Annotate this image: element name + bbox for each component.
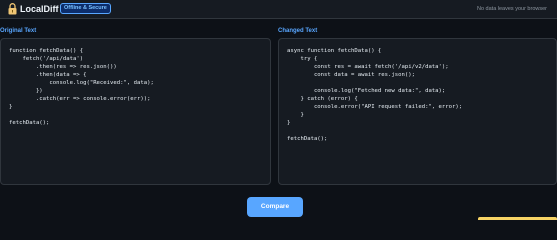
offline-badge: Offline & Secure: [60, 3, 111, 14]
original-text-editor[interactable]: function fetchData() { fetch('/api/data'…: [0, 38, 271, 185]
privacy-note: No data leaves your browser: [476, 6, 547, 12]
app-header: LocalDiff Offline & Secure No data leave…: [0, 0, 557, 19]
original-text-label: Original Text: [0, 28, 37, 34]
lock-icon: [8, 3, 17, 15]
changed-text-label: Changed Text: [278, 28, 318, 34]
changed-text-editor[interactable]: async function fetchData() { try { const…: [278, 38, 557, 185]
app-title: LocalDiff: [20, 4, 59, 14]
bottom-accent-bar: [478, 217, 557, 220]
compare-button[interactable]: Compare: [247, 197, 303, 217]
